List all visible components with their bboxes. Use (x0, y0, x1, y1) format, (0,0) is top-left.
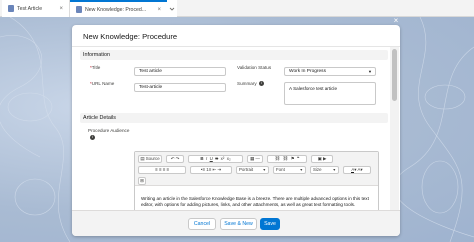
alignment-group[interactable]: ≡ ≡ ≡ ≡ (138, 166, 186, 174)
tab-label: New Knowledge: Proced... (85, 6, 147, 13)
redo-icon[interactable]: ↷ (176, 156, 180, 161)
format-group[interactable]: B I U S x² x₂ (188, 155, 243, 163)
save-and-new-button[interactable]: Save & New (220, 218, 257, 230)
tab-label: Test Article (17, 5, 43, 12)
editor-toolbar: ▤ Source ↶ ↷ B I U S x² x₂ ▦ — ⛓ ⛓ ⚑ ❝ ▣… (135, 152, 378, 186)
url-name-field[interactable]: Test-article (134, 83, 226, 92)
strikethrough-icon[interactable]: S (215, 156, 218, 161)
dropdown-caret-icon: ▼ (262, 168, 266, 172)
close-modal-icon[interactable]: × (392, 17, 400, 25)
article-icon (8, 5, 14, 12)
hr-icon[interactable]: — (256, 156, 260, 161)
url-name-label: *URL Name (90, 81, 115, 86)
list-group[interactable]: •≡ 1≡ ⇤ ⇥ (190, 166, 232, 174)
article-icon (76, 6, 82, 13)
source-icon: ▤ (140, 156, 145, 161)
paragraph-format-dropdown[interactable]: Portrait ▼ (236, 166, 269, 174)
section-heading: Article Details (83, 115, 116, 121)
bold-icon[interactable]: B (200, 156, 203, 161)
dropdown-caret-icon: ▼ (299, 168, 303, 172)
modal-title: New Knowledge: Procedure (83, 32, 178, 41)
align-right-icon[interactable]: ≡ (163, 167, 166, 172)
undo-redo-group[interactable]: ↶ ↷ (166, 155, 184, 163)
align-left-icon[interactable]: ≡ (155, 167, 158, 172)
tab-test-article[interactable]: Test Article × (2, 0, 70, 17)
summary-label: Summary i (237, 81, 264, 87)
unlink-icon[interactable]: ⛓ (283, 156, 289, 161)
video-icon[interactable]: ▶ (323, 156, 326, 161)
cancel-button[interactable]: Cancel (188, 218, 216, 230)
save-button[interactable]: Save (260, 218, 280, 230)
title-field[interactable]: Test article (134, 67, 226, 76)
tab-new-knowledge[interactable]: New Knowledge: Proced... × (70, 0, 167, 17)
procedure-audience-label: Procedure Audience (88, 128, 130, 133)
table-icon[interactable]: ▦ (250, 156, 254, 161)
color-group[interactable]: A▾ A▾ (343, 166, 371, 174)
embed-button[interactable]: ⊞ (138, 177, 146, 185)
source-button[interactable]: ▤ Source (138, 155, 162, 163)
editor-content[interactable]: Writing an article in the Salesforce Kno… (141, 196, 371, 208)
outdent-icon[interactable]: ⇤ (212, 167, 216, 172)
align-center-icon[interactable]: ≡ (159, 167, 162, 172)
modal-footer: Cancel Save & New Save (72, 210, 400, 236)
embed-icon: ⊞ (140, 178, 144, 183)
indent-icon[interactable]: ⇥ (217, 167, 221, 172)
close-tab-icon[interactable]: × (59, 6, 63, 12)
underline-icon[interactable]: U (210, 156, 213, 161)
superscript-icon[interactable]: x² (221, 156, 225, 161)
table-group[interactable]: ▦ — (247, 155, 263, 163)
subscript-icon[interactable]: x₂ (227, 156, 231, 161)
info-icon[interactable]: i (258, 81, 264, 87)
font-size-dropdown[interactable]: Size ▼ (310, 166, 339, 174)
justify-icon[interactable]: ≡ (166, 167, 169, 172)
font-family-dropdown[interactable]: Font ▼ (273, 166, 306, 174)
section-heading: Information (83, 52, 110, 58)
close-tab-icon[interactable]: × (157, 7, 161, 13)
scrollbar-thumb[interactable] (392, 49, 397, 101)
modal-scrollbar[interactable] (390, 47, 399, 210)
section-article-details[interactable]: Article Details (80, 113, 388, 123)
anchor-icon[interactable]: ⚑ (291, 156, 295, 161)
italic-icon[interactable]: I (206, 156, 207, 161)
dropdown-caret-icon: ▼ (332, 168, 336, 172)
dropdown-caret-icon: ▼ (368, 69, 372, 74)
new-knowledge-modal: New Knowledge: Procedure Information *Ti… (72, 25, 400, 236)
tab-overflow-chevron-icon[interactable] (167, 0, 177, 17)
highlight-color-icon[interactable]: A (357, 167, 360, 172)
quote-icon[interactable]: ❝ (297, 156, 299, 161)
image-icon[interactable]: ▣ (318, 156, 322, 161)
info-icon[interactable]: i (90, 135, 95, 140)
numbered-list-icon[interactable]: 1≡ (206, 167, 211, 172)
title-label: *Title (90, 65, 101, 70)
summary-textarea[interactable]: A Salesforce test article (284, 82, 376, 105)
modal-header: New Knowledge: Procedure (72, 25, 400, 47)
link-icon[interactable]: ⛓ (275, 156, 281, 161)
bulleted-list-icon[interactable]: •≡ (201, 167, 205, 172)
undo-icon[interactable]: ↶ (171, 156, 175, 161)
link-group[interactable]: ⛓ ⛓ ⚑ ❝ (267, 155, 307, 163)
workspace-tab-bar: Test Article × New Knowledge: Proced... … (0, 0, 474, 17)
validation-status-select[interactable]: Work In Progress ▼ (284, 67, 376, 76)
media-group[interactable]: ▣ ▶ (311, 155, 333, 163)
validation-status-label: Validation Status (237, 65, 272, 70)
text-color-icon[interactable]: A (351, 167, 355, 173)
section-information[interactable]: Information (80, 50, 388, 60)
